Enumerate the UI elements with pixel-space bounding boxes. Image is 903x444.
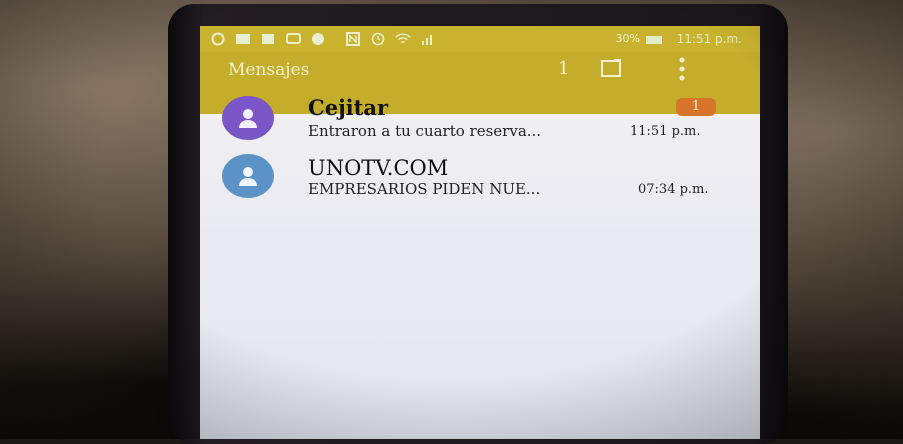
app-icon <box>310 32 326 46</box>
contact-name: Cejitar <box>308 95 389 120</box>
page-title: Mensajes <box>228 60 310 80</box>
person-icon <box>239 109 257 128</box>
unread-count: 1 <box>558 58 570 79</box>
wifi-icon <box>395 32 411 46</box>
message-time: 07:34 p.m. <box>638 182 709 197</box>
chat-icon <box>285 32 301 46</box>
conversation-row[interactable]: UNOTV.COM EMPRESARIOS PIDEN NUE... 07:34… <box>200 150 760 212</box>
phone-screen: 30% 11:51 p.m. Mensajes 1 Cejitar Entrar… <box>200 26 760 439</box>
compose-icon[interactable] <box>600 58 624 78</box>
message-time: 11:51 p.m. <box>630 124 701 139</box>
message-icon <box>235 32 251 46</box>
person-icon <box>239 167 257 186</box>
avatar <box>222 154 274 198</box>
conversation-row[interactable]: Cejitar Entraron a tu cuarto reserva... … <box>200 90 760 152</box>
status-time: 11:51 p.m. <box>676 32 742 46</box>
message-snippet: Entraron a tu cuarto reserva... <box>308 122 542 140</box>
unread-badge: 1 <box>676 98 716 116</box>
whatsapp-icon <box>210 32 226 46</box>
status-bar: 30% 11:51 p.m. <box>200 26 760 52</box>
signal-icon <box>420 32 436 46</box>
alarm-icon <box>370 32 386 46</box>
battery-percent: 30% <box>615 32 640 45</box>
battery-icon <box>646 36 662 44</box>
contact-name: UNOTV.COM <box>308 156 449 180</box>
nfc-icon <box>345 32 361 46</box>
avatar <box>222 96 274 140</box>
gallery-icon <box>260 32 276 46</box>
message-snippet: EMPRESARIOS PIDEN NUE... <box>308 180 541 198</box>
overflow-menu-icon[interactable] <box>678 56 686 82</box>
